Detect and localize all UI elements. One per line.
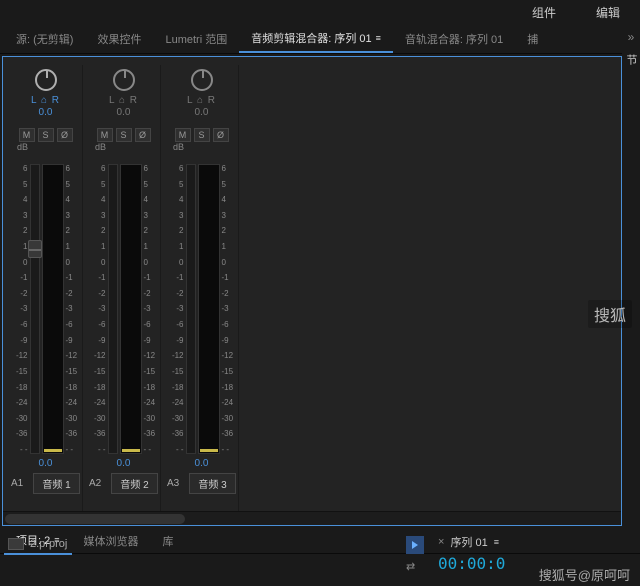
- fader-scale: 6543210-1-2-3-6-9-12-15-18-24-30-36- -: [12, 164, 28, 454]
- tab-clip-mixer[interactable]: 音频剪辑混合器: 序列 01≡: [239, 25, 393, 53]
- fader-track[interactable]: [186, 164, 196, 454]
- channel-name[interactable]: 音频 2: [111, 473, 158, 494]
- solo-button[interactable]: S: [194, 128, 210, 142]
- phase-button[interactable]: Ø: [135, 128, 151, 142]
- fader-scale: 6543210-1-2-3-6-9-12-15-18-24-30-36- -: [168, 164, 184, 454]
- mute-button[interactable]: M: [97, 128, 113, 142]
- fader-track[interactable]: [108, 164, 118, 454]
- solo-button[interactable]: S: [38, 128, 54, 142]
- channel-id: A2: [89, 478, 107, 489]
- fader-thumb[interactable]: [28, 240, 42, 258]
- close-icon[interactable]: ×: [438, 536, 444, 548]
- tab-track-mixer[interactable]: 音轨混合器: 序列 01: [393, 25, 515, 53]
- project-file-icon: [8, 538, 24, 550]
- mute-button[interactable]: M: [175, 128, 191, 142]
- tab-menu-icon[interactable]: ≡: [494, 537, 499, 547]
- db-label: dB: [173, 142, 184, 152]
- meter-scale: 6543210-1-2-3-6-9-12-15-18-24-30-36- -: [222, 164, 236, 454]
- pan-value[interactable]: 0.0: [39, 107, 53, 118]
- pan-value[interactable]: 0.0: [195, 107, 209, 118]
- scrollbar-thumb[interactable]: [5, 514, 185, 524]
- pan-knob[interactable]: [113, 69, 135, 91]
- top-tab-edit[interactable]: 编辑: [596, 4, 620, 21]
- channel-volume-value[interactable]: 0.0: [117, 458, 131, 469]
- meter-scale: 6543210-1-2-3-6-9-12-15-18-24-30-36- -: [144, 164, 158, 454]
- channel-strip-A3: L ⌂ R 0.0 M S Ø dB 6543210-1-2-3-6-9-12-…: [165, 65, 239, 511]
- right-collapsed-panel[interactable]: » 节: [622, 24, 640, 524]
- channel-strip-A2: L ⌂ R 0.0 M S Ø dB 6543210-1-2-3-6-9-12-…: [87, 65, 161, 511]
- project-panel: 2.prproj: [0, 530, 400, 586]
- level-meter: [120, 164, 142, 454]
- pan-lr-label: L ⌂ R: [109, 95, 138, 106]
- tab-source[interactable]: 源: (无剪辑): [4, 25, 85, 53]
- fader-track[interactable]: [30, 164, 40, 454]
- project-file-name: 2.prproj: [30, 538, 67, 550]
- audio-clip-mixer-panel: L ⌂ R 0.0 M S Ø dB 6543210-1-2-3-6-9-12-…: [2, 56, 622, 526]
- watermark: 搜狐: [588, 300, 632, 328]
- level-meter: [42, 164, 64, 454]
- pan-value[interactable]: 0.0: [117, 107, 131, 118]
- pan-lr-label: L ⌂ R: [187, 95, 216, 106]
- solo-button[interactable]: S: [116, 128, 132, 142]
- timeline-tool-icon[interactable]: ⇄: [406, 560, 415, 573]
- horizontal-scrollbar[interactable]: [3, 511, 621, 525]
- expand-icon[interactable]: »: [628, 30, 635, 44]
- pan-knob[interactable]: [35, 69, 57, 91]
- play-button[interactable]: [406, 536, 424, 554]
- channel-volume-value[interactable]: 0.0: [39, 458, 53, 469]
- channel-volume-value[interactable]: 0.0: [195, 458, 209, 469]
- level-meter: [198, 164, 220, 454]
- top-tab-components[interactable]: 组件: [532, 4, 556, 21]
- tab-menu-icon[interactable]: ≡: [376, 33, 381, 43]
- channel-id: A1: [11, 478, 29, 489]
- db-label: dB: [95, 142, 106, 152]
- panel-tabs: 源: (无剪辑) 效果控件 Lumetri 范围 音频剪辑混合器: 序列 01≡…: [0, 24, 640, 54]
- channel-name[interactable]: 音频 3: [189, 473, 236, 494]
- sequence-name[interactable]: 序列 01: [450, 534, 487, 550]
- phase-button[interactable]: Ø: [213, 128, 229, 142]
- phase-button[interactable]: Ø: [57, 128, 73, 142]
- channel-name[interactable]: 音频 1: [33, 473, 80, 494]
- tab-lumetri[interactable]: Lumetri 范围: [153, 25, 239, 53]
- channel-id: A3: [167, 478, 185, 489]
- channel-strip-A1: L ⌂ R 0.0 M S Ø dB 6543210-1-2-3-6-9-12-…: [9, 65, 83, 511]
- db-label: dB: [17, 142, 28, 152]
- project-file-row[interactable]: 2.prproj: [8, 538, 392, 550]
- meter-scale: 6543210-1-2-3-6-9-12-15-18-24-30-36- -: [66, 164, 80, 454]
- mute-button[interactable]: M: [19, 128, 35, 142]
- attribution: 搜狐号@原呵呵: [539, 565, 630, 584]
- tab-effects[interactable]: 效果控件: [85, 25, 153, 53]
- pan-lr-label: L ⌂ R: [31, 95, 60, 106]
- right-tab-label: 节: [623, 54, 639, 65]
- fader-scale: 6543210-1-2-3-6-9-12-15-18-24-30-36- -: [90, 164, 106, 454]
- tab-capture[interactable]: 捕: [515, 25, 550, 53]
- pan-knob[interactable]: [191, 69, 213, 91]
